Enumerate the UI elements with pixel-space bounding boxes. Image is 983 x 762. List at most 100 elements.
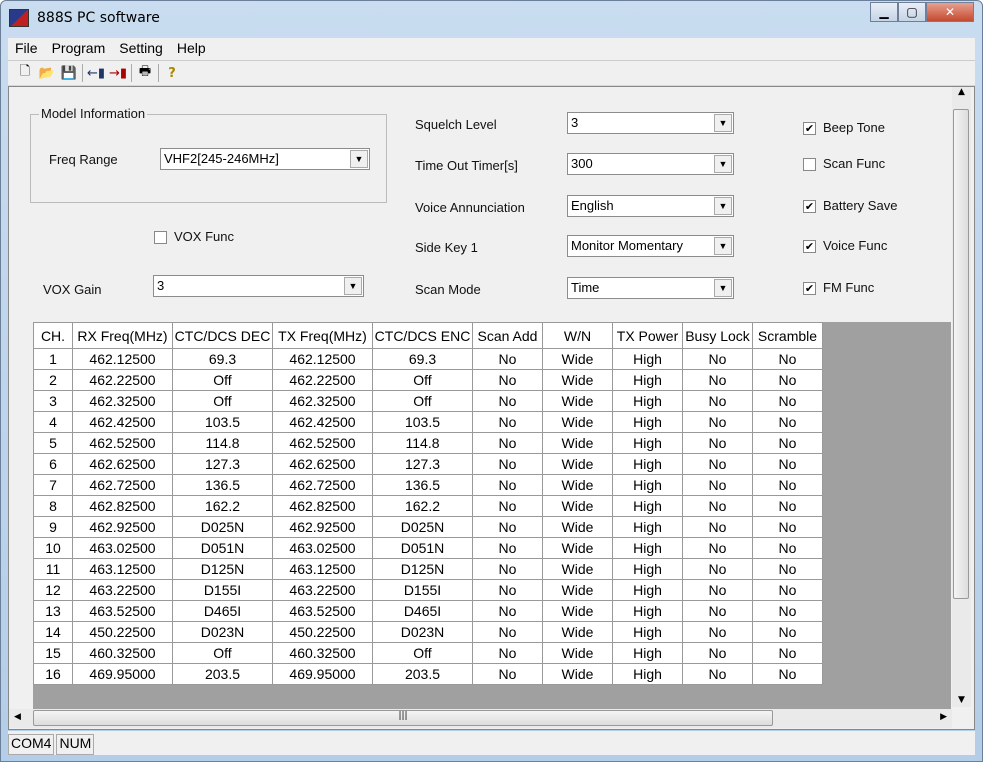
table-cell[interactable]: High xyxy=(612,348,683,370)
table-cell[interactable]: 462.12500 xyxy=(72,348,173,370)
table-cell[interactable]: D155I xyxy=(172,579,273,601)
vox-func-checkbox[interactable] xyxy=(154,231,167,244)
table-cell[interactable]: No xyxy=(752,453,823,475)
table-cell[interactable]: High xyxy=(612,621,683,643)
table-cell[interactable]: No xyxy=(472,579,543,601)
table-cell[interactable]: 203.5 xyxy=(172,663,273,685)
table-cell[interactable]: No xyxy=(682,390,753,412)
table-cell[interactable]: No xyxy=(752,642,823,664)
table-cell[interactable]: 4 xyxy=(33,411,73,433)
table-cell[interactable]: Off xyxy=(172,642,273,664)
table-cell[interactable]: D125N xyxy=(372,558,473,580)
table-cell[interactable]: No xyxy=(682,348,753,370)
scroll-up-icon[interactable]: ▲ xyxy=(952,87,971,97)
table-cell[interactable]: High xyxy=(612,537,683,559)
scroll-down-icon[interactable]: ▼ xyxy=(952,695,971,705)
table-cell[interactable]: High xyxy=(612,411,683,433)
table-cell[interactable]: 462.12500 xyxy=(272,348,373,370)
table-cell[interactable]: 469.95000 xyxy=(272,663,373,685)
table-cell[interactable]: Wide xyxy=(542,474,613,496)
column-header[interactable]: TX Power xyxy=(612,322,683,349)
table-cell[interactable]: 11 xyxy=(33,558,73,580)
table-cell[interactable]: No xyxy=(472,474,543,496)
table-cell[interactable]: Wide xyxy=(542,348,613,370)
minimize-button[interactable]: ▁ xyxy=(870,2,898,22)
table-cell[interactable]: 462.32500 xyxy=(272,390,373,412)
option-checkbox[interactable]: ✔ xyxy=(803,240,816,253)
column-header[interactable]: W/N xyxy=(542,322,613,349)
table-cell[interactable]: High xyxy=(612,474,683,496)
table-cell[interactable]: No xyxy=(752,600,823,622)
table-cell[interactable]: 463.52500 xyxy=(272,600,373,622)
table-cell[interactable]: 463.12500 xyxy=(272,558,373,580)
table-cell[interactable]: No xyxy=(472,411,543,433)
table-cell[interactable]: 463.02500 xyxy=(72,537,173,559)
option-checkbox[interactable]: ✔ xyxy=(803,200,816,213)
table-cell[interactable]: No xyxy=(682,432,753,454)
column-header[interactable]: CTC/DCS DEC xyxy=(172,322,273,349)
table-cell[interactable]: 3 xyxy=(33,390,73,412)
table-cell[interactable]: 114.8 xyxy=(172,432,273,454)
table-cell[interactable]: No xyxy=(752,537,823,559)
table-cell[interactable]: 5 xyxy=(33,432,73,454)
table-cell[interactable]: 8 xyxy=(33,495,73,517)
table-cell[interactable]: No xyxy=(752,663,823,685)
table-cell[interactable]: No xyxy=(682,579,753,601)
table-cell[interactable]: High xyxy=(612,663,683,685)
table-cell[interactable]: No xyxy=(682,369,753,391)
table-cell[interactable]: Off xyxy=(372,369,473,391)
table-cell[interactable]: D465I xyxy=(372,600,473,622)
option-checkbox[interactable]: ✔ xyxy=(803,282,816,295)
table-cell[interactable]: 462.22500 xyxy=(72,369,173,391)
table-cell[interactable]: Wide xyxy=(542,453,613,475)
table-cell[interactable]: No xyxy=(472,348,543,370)
table-cell[interactable]: No xyxy=(752,516,823,538)
column-header[interactable]: Busy Lock xyxy=(682,322,753,349)
table-cell[interactable]: Wide xyxy=(542,369,613,391)
table-cell[interactable]: Wide xyxy=(542,579,613,601)
table-cell[interactable]: High xyxy=(612,579,683,601)
table-cell[interactable]: 127.3 xyxy=(172,453,273,475)
table-cell[interactable]: High xyxy=(612,432,683,454)
table-cell[interactable]: 460.32500 xyxy=(72,642,173,664)
table-cell[interactable]: Wide xyxy=(542,621,613,643)
table-cell[interactable]: 103.5 xyxy=(172,411,273,433)
table-cell[interactable]: D025N xyxy=(172,516,273,538)
table-cell[interactable]: 69.3 xyxy=(172,348,273,370)
help-icon[interactable]: ? xyxy=(163,66,181,81)
table-cell[interactable]: 463.22500 xyxy=(72,579,173,601)
new-icon[interactable]: 🗋 xyxy=(16,62,34,84)
maximize-button[interactable]: ▢ xyxy=(898,2,926,22)
table-cell[interactable]: 7 xyxy=(33,474,73,496)
table-cell[interactable]: No xyxy=(682,663,753,685)
table-cell[interactable]: 462.92500 xyxy=(72,516,173,538)
table-cell[interactable]: 462.42500 xyxy=(72,411,173,433)
table-cell[interactable]: 462.52500 xyxy=(272,432,373,454)
table-cell[interactable]: No xyxy=(472,558,543,580)
table-cell[interactable]: Off xyxy=(372,642,473,664)
table-cell[interactable]: 463.22500 xyxy=(272,579,373,601)
table-cell[interactable]: No xyxy=(472,390,543,412)
table-cell[interactable]: Wide xyxy=(542,411,613,433)
table-cell[interactable]: 462.82500 xyxy=(272,495,373,517)
table-cell[interactable]: No xyxy=(682,474,753,496)
menu-program[interactable]: Program xyxy=(45,38,113,60)
table-cell[interactable]: 162.2 xyxy=(372,495,473,517)
table-cell[interactable]: No xyxy=(752,348,823,370)
table-cell[interactable]: No xyxy=(752,579,823,601)
table-cell[interactable]: High xyxy=(612,558,683,580)
table-cell[interactable]: 462.92500 xyxy=(272,516,373,538)
table-cell[interactable]: 462.62500 xyxy=(272,453,373,475)
table-cell[interactable]: D125N xyxy=(172,558,273,580)
column-header[interactable]: TX Freq(MHz) xyxy=(272,322,373,349)
table-cell[interactable]: No xyxy=(472,453,543,475)
table-cell[interactable]: No xyxy=(682,453,753,475)
table-cell[interactable]: No xyxy=(472,537,543,559)
table-cell[interactable]: High xyxy=(612,642,683,664)
save-icon[interactable]: 💾 xyxy=(60,66,78,81)
table-cell[interactable]: 462.52500 xyxy=(72,432,173,454)
table-cell[interactable]: 69.3 xyxy=(372,348,473,370)
table-cell[interactable]: 462.22500 xyxy=(272,369,373,391)
table-cell[interactable]: No xyxy=(752,474,823,496)
table-cell[interactable]: D023N xyxy=(372,621,473,643)
